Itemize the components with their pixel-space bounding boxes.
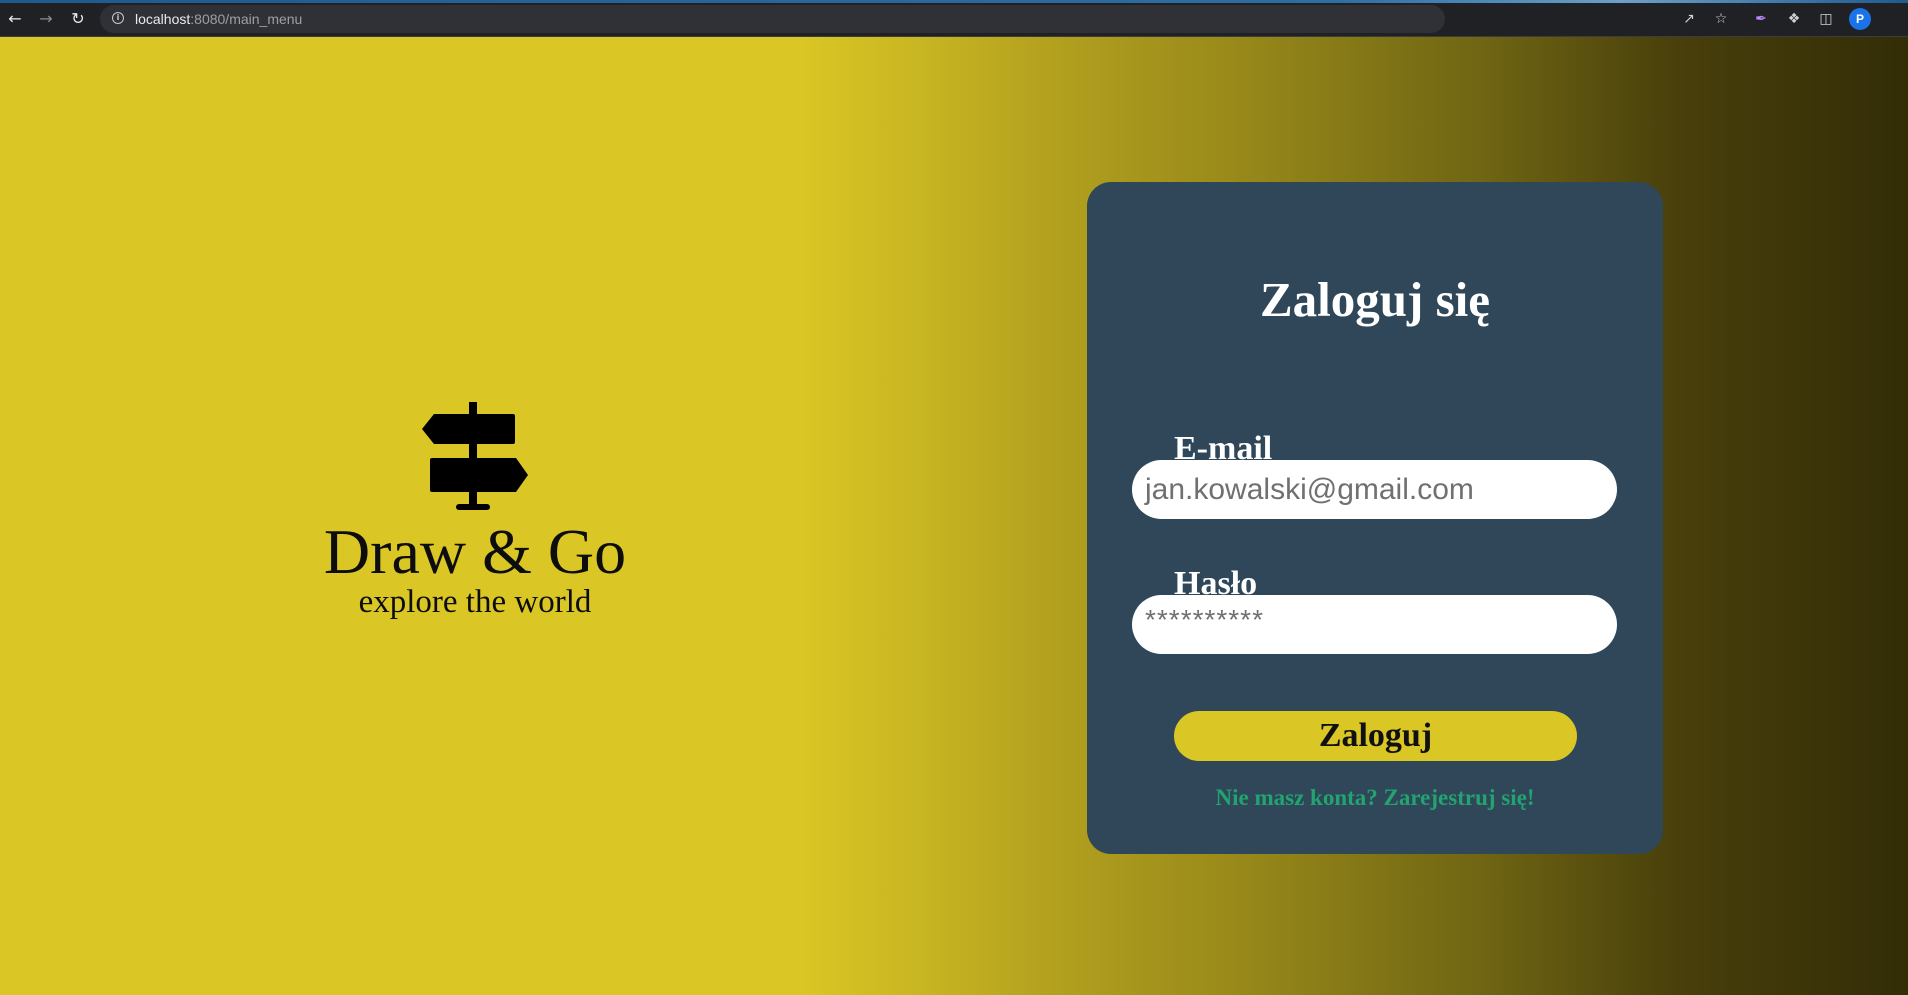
reload-icon[interactable]: ↻ bbox=[67, 8, 89, 30]
browser-toolbar: ← → ↻ i localhost:8080/main_menu ↗ ☆ ✒ ❖… bbox=[0, 0, 1908, 37]
page-load-indicator bbox=[0, 0, 1908, 3]
brand-title: Draw & Go bbox=[323, 516, 627, 587]
forward-arrow-icon[interactable]: → bbox=[35, 8, 57, 30]
address-bar[interactable]: i localhost:8080/main_menu bbox=[100, 5, 1445, 33]
page-background: Draw & Go explore the world Zaloguj się … bbox=[0, 37, 1908, 995]
brand-section: Draw & Go explore the world bbox=[310, 402, 640, 620]
login-button[interactable]: Zaloguj bbox=[1174, 711, 1577, 761]
login-card: Zaloguj się E-mail jan.kowalski@gmail.co… bbox=[1087, 182, 1663, 854]
feather-extension-icon[interactable]: ✒ bbox=[1751, 9, 1771, 29]
share-icon[interactable]: ↗ bbox=[1679, 9, 1699, 29]
address-url[interactable]: localhost:8080/main_menu bbox=[135, 11, 302, 27]
side-panel-icon[interactable]: ◫ bbox=[1816, 9, 1836, 29]
url-path: :8080/main_menu bbox=[190, 11, 303, 27]
profile-avatar[interactable]: P bbox=[1849, 8, 1871, 30]
register-link[interactable]: Nie masz konta? Zarejestruj się! bbox=[1087, 784, 1663, 812]
login-title: Zaloguj się bbox=[1259, 272, 1491, 327]
signpost-icon bbox=[422, 402, 528, 510]
back-arrow-icon[interactable]: ← bbox=[4, 8, 26, 30]
bookmark-star-icon[interactable]: ☆ bbox=[1711, 9, 1731, 29]
site-info-icon[interactable]: i bbox=[112, 12, 124, 24]
url-host: localhost bbox=[135, 11, 191, 27]
password-field[interactable]: ********** bbox=[1132, 595, 1617, 654]
brand-tagline: explore the world bbox=[358, 584, 592, 620]
email-field[interactable]: jan.kowalski@gmail.com bbox=[1132, 460, 1617, 519]
extensions-puzzle-icon[interactable]: ❖ bbox=[1784, 9, 1804, 29]
